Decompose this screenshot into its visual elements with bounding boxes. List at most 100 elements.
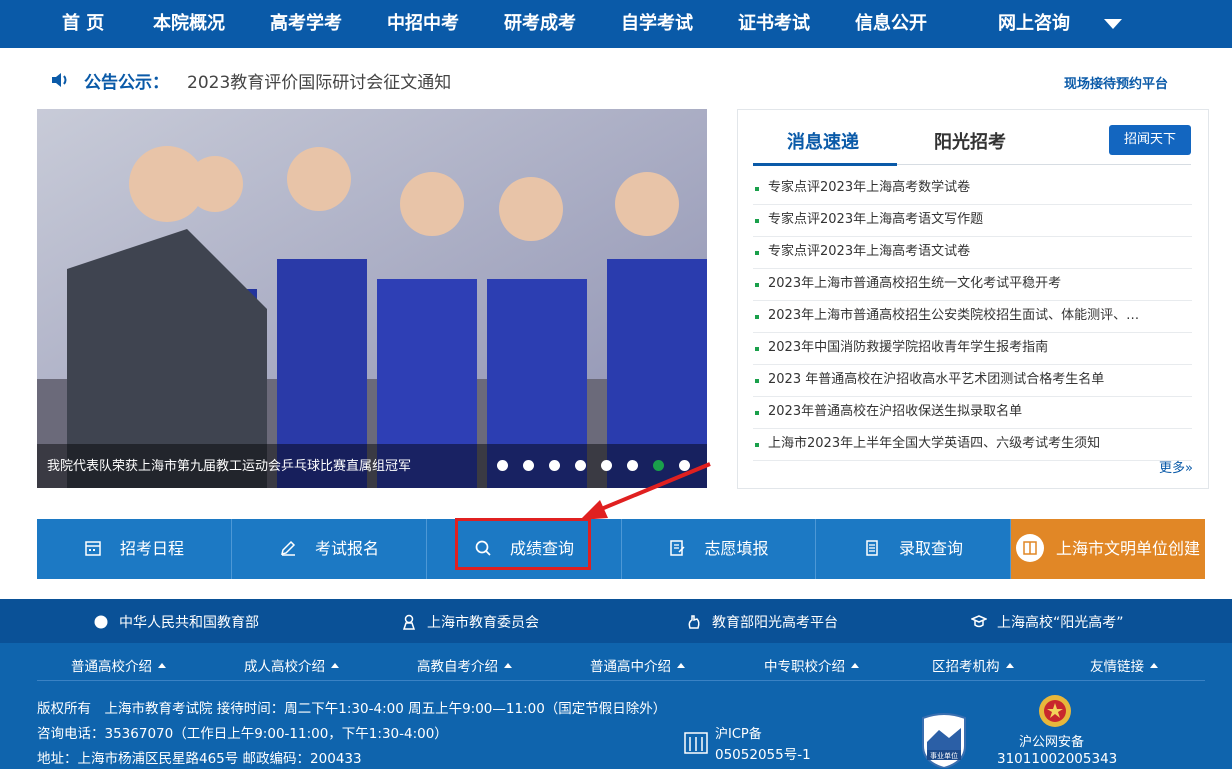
slider-dot-2[interactable] bbox=[523, 460, 534, 471]
footer-sublink-general-label: 普通高校介绍 bbox=[71, 659, 152, 675]
tab-active-indicator bbox=[753, 163, 897, 166]
footer-link-moe-label: 中华人民共和国教育部 bbox=[119, 615, 259, 631]
news-more-link[interactable]: 更多» bbox=[1159, 457, 1193, 476]
footer-sublink-adult[interactable]: 成人高校介绍 bbox=[244, 655, 339, 675]
badge-icon bbox=[402, 614, 416, 630]
schedule-button[interactable]: 招考日程 bbox=[37, 519, 232, 579]
caret-up-icon bbox=[331, 663, 339, 668]
police-number: 31011002005343 bbox=[997, 751, 1118, 767]
footer-sublink-vocational[interactable]: 中专职校介绍 bbox=[764, 655, 859, 675]
nav-yankao[interactable]: 研考成考 bbox=[504, 0, 576, 48]
news-item[interactable]: 2023年上海市普通高校招生公安类院校招生面试、体能测评、… bbox=[753, 301, 1192, 333]
pencil-icon bbox=[280, 540, 296, 556]
nav-home[interactable]: 首 页 bbox=[62, 0, 104, 48]
registration-button[interactable]: 考试报名 bbox=[232, 519, 427, 579]
slider-dot-3[interactable] bbox=[549, 460, 560, 471]
nav-about[interactable]: 本院概况 bbox=[153, 0, 225, 48]
notice-label: 公告公示： bbox=[84, 73, 169, 93]
civilized-unit-label: 上海市文明单位创建 bbox=[1055, 539, 1200, 558]
news-item[interactable]: 2023年普通高校在沪招收保送生拟录取名单 bbox=[753, 397, 1192, 429]
civilized-unit-button[interactable]: 上海市文明单位创建 bbox=[1011, 519, 1205, 579]
icp-label: 沪ICP备 bbox=[715, 727, 762, 742]
footer-sublink-friends-label: 友情链接 bbox=[1090, 659, 1144, 675]
nav-gaokao[interactable]: 高考学考 bbox=[270, 0, 342, 48]
volunteer-label: 志愿填报 bbox=[704, 539, 769, 558]
footer-sublink-district[interactable]: 区招考机构 bbox=[932, 655, 1014, 675]
notice-text[interactable]: 2023教育评价国际研讨会征文通知 bbox=[187, 68, 451, 93]
tab-news[interactable]: 消息速递 bbox=[787, 128, 859, 154]
footer-sublink-vocational-label: 中专职校介绍 bbox=[764, 659, 845, 675]
footer-address: 地址：上海市杨浦区民星路465号 邮政编码：200433 bbox=[37, 751, 362, 767]
news-item[interactable]: 上海市2023年上半年全国大学英语四、六级考试考生须知 bbox=[753, 429, 1192, 461]
news-panel: 消息速递 阳光招考 招闻天下 专家点评2023年上海高考数学试卷 专家点评202… bbox=[737, 109, 1209, 489]
badge-text: 事业单位 bbox=[930, 751, 958, 760]
schedule-label: 招考日程 bbox=[119, 539, 184, 558]
news-item[interactable]: 2023 年普通高校在沪招收高水平艺术团测试合格考生名单 bbox=[753, 365, 1192, 397]
public-institution-badge-icon[interactable]: 事业单位 bbox=[919, 712, 969, 768]
tab-sunshine[interactable]: 阳光招考 bbox=[934, 128, 1006, 154]
footer-link-shgaokao-label: 上海高校“阳光高考” bbox=[997, 615, 1124, 631]
speaker-icon bbox=[52, 73, 67, 87]
caret-up-icon bbox=[851, 663, 859, 668]
footer-sublink-highschool-label: 普通高中介绍 bbox=[590, 659, 671, 675]
footer-sublink-adult-label: 成人高校介绍 bbox=[244, 659, 325, 675]
footer-copyright: 版权所有 上海市教育考试院 接待时间：周二下午1:30-4:00 周五上午9:0… bbox=[37, 701, 667, 717]
footer-links-bar: 中华人民共和国教育部 上海市教育委员会 教育部阳光高考平台 上海高校“阳光高考” bbox=[0, 599, 1232, 643]
quick-links: 招考日程 考试报名 成绩查询 志愿填报 录取查询 上海市文明单位创建 bbox=[37, 519, 1205, 579]
icp-record[interactable]: 沪ICP备 05052055号-1 bbox=[683, 725, 833, 765]
book-icon bbox=[1015, 534, 1044, 562]
nav-zixue[interactable]: 自学考试 bbox=[621, 0, 693, 48]
graduation-icon bbox=[971, 614, 987, 627]
police-emblem-icon bbox=[1039, 695, 1071, 727]
admission-query-button[interactable]: 录取查询 bbox=[816, 519, 1011, 579]
nav-certificate[interactable]: 证书考试 bbox=[738, 0, 810, 48]
news-item[interactable]: 专家点评2023年上海高考数学试卷 bbox=[753, 173, 1192, 205]
nav-zhongkao[interactable]: 中招中考 bbox=[387, 0, 459, 48]
news-list: 专家点评2023年上海高考数学试卷 专家点评2023年上海高考语文写作题 专家点… bbox=[753, 173, 1192, 461]
footer: 中华人民共和国教育部 上海市教育委员会 教育部阳光高考平台 上海高校“阳光高考”… bbox=[0, 599, 1232, 769]
hand-icon bbox=[688, 614, 700, 629]
slider-caption[interactable]: 我院代表队荣获上海市第九届教工运动会乒乓球比赛直属组冠军 bbox=[47, 455, 411, 474]
news-item[interactable]: 2023年中国消防救援学院招收青年学生报考指南 bbox=[753, 333, 1192, 365]
footer-sublink-district-label: 区招考机构 bbox=[932, 659, 1000, 675]
news-item[interactable]: 2023年上海市普通高校招生统一文化考试平稳开考 bbox=[753, 269, 1192, 301]
footer-link-shgaokao[interactable]: 上海高校“阳光高考” bbox=[971, 612, 1124, 632]
icp-number: 05052055号-1 bbox=[715, 747, 811, 763]
footer-sublink-general[interactable]: 普通高校介绍 bbox=[71, 655, 166, 675]
form-edit-icon bbox=[670, 540, 686, 556]
nav-consult[interactable]: 网上咨询 bbox=[998, 0, 1070, 48]
slider-dot-1[interactable] bbox=[497, 460, 508, 471]
news-tag-button[interactable]: 招闻天下 bbox=[1109, 125, 1191, 155]
news-item[interactable]: 专家点评2023年上海高考语文试卷 bbox=[753, 237, 1192, 269]
footer-link-sunshine[interactable]: 教育部阳光高考平台 bbox=[686, 612, 838, 632]
police-record[interactable]: 沪公网安备 31011002005343 bbox=[997, 689, 1137, 769]
footer-sublink-selfstudy-label: 高教自考介绍 bbox=[417, 659, 498, 675]
footer-sublink-friends[interactable]: 友情链接 bbox=[1090, 655, 1158, 675]
emblem-icon bbox=[94, 615, 108, 628]
news-item[interactable]: 专家点评2023年上海高考语文写作题 bbox=[753, 205, 1192, 237]
footer-link-moe[interactable]: 中华人民共和国教育部 bbox=[93, 612, 259, 632]
highlight-box-annotation bbox=[455, 518, 591, 570]
caret-up-icon bbox=[677, 663, 685, 668]
footer-link-sunshine-label: 教育部阳光高考平台 bbox=[712, 615, 838, 631]
nav-info[interactable]: 信息公开 bbox=[855, 0, 927, 48]
police-label: 沪公网安备 bbox=[1019, 735, 1085, 750]
caret-up-icon bbox=[158, 663, 166, 668]
top-navigation: 首 页 本院概况 高考学考 中招中考 研考成考 自学考试 证书考试 信息公开 网… bbox=[0, 0, 1232, 48]
caret-up-icon bbox=[1005, 663, 1014, 668]
footer-divider bbox=[37, 680, 1205, 681]
document-icon bbox=[866, 540, 878, 556]
footer-link-shedu[interactable]: 上海市教育委员会 bbox=[401, 612, 539, 632]
footer-sublink-highschool[interactable]: 普通高中介绍 bbox=[590, 655, 685, 675]
caret-up-icon bbox=[504, 663, 512, 668]
footer-phone: 咨询电话：35367070（工作日上午9:00-11:00，下午1:30-4:0… bbox=[37, 726, 448, 742]
volunteer-button[interactable]: 志愿填报 bbox=[622, 519, 816, 579]
calendar-icon bbox=[85, 541, 101, 556]
slider-photo bbox=[37, 109, 707, 488]
booking-platform-link[interactable]: 现场接待预约平台 bbox=[1064, 73, 1168, 92]
footer-link-shedu-label: 上海市教育委员会 bbox=[427, 615, 539, 631]
image-slider[interactable]: 我院代表队荣获上海市第九届教工运动会乒乓球比赛直属组冠军 bbox=[37, 109, 707, 488]
footer-sublink-selfstudy[interactable]: 高教自考介绍 bbox=[417, 655, 512, 675]
caret-up-icon bbox=[1150, 663, 1158, 668]
nav-more-dropdown-icon[interactable] bbox=[1104, 19, 1122, 29]
